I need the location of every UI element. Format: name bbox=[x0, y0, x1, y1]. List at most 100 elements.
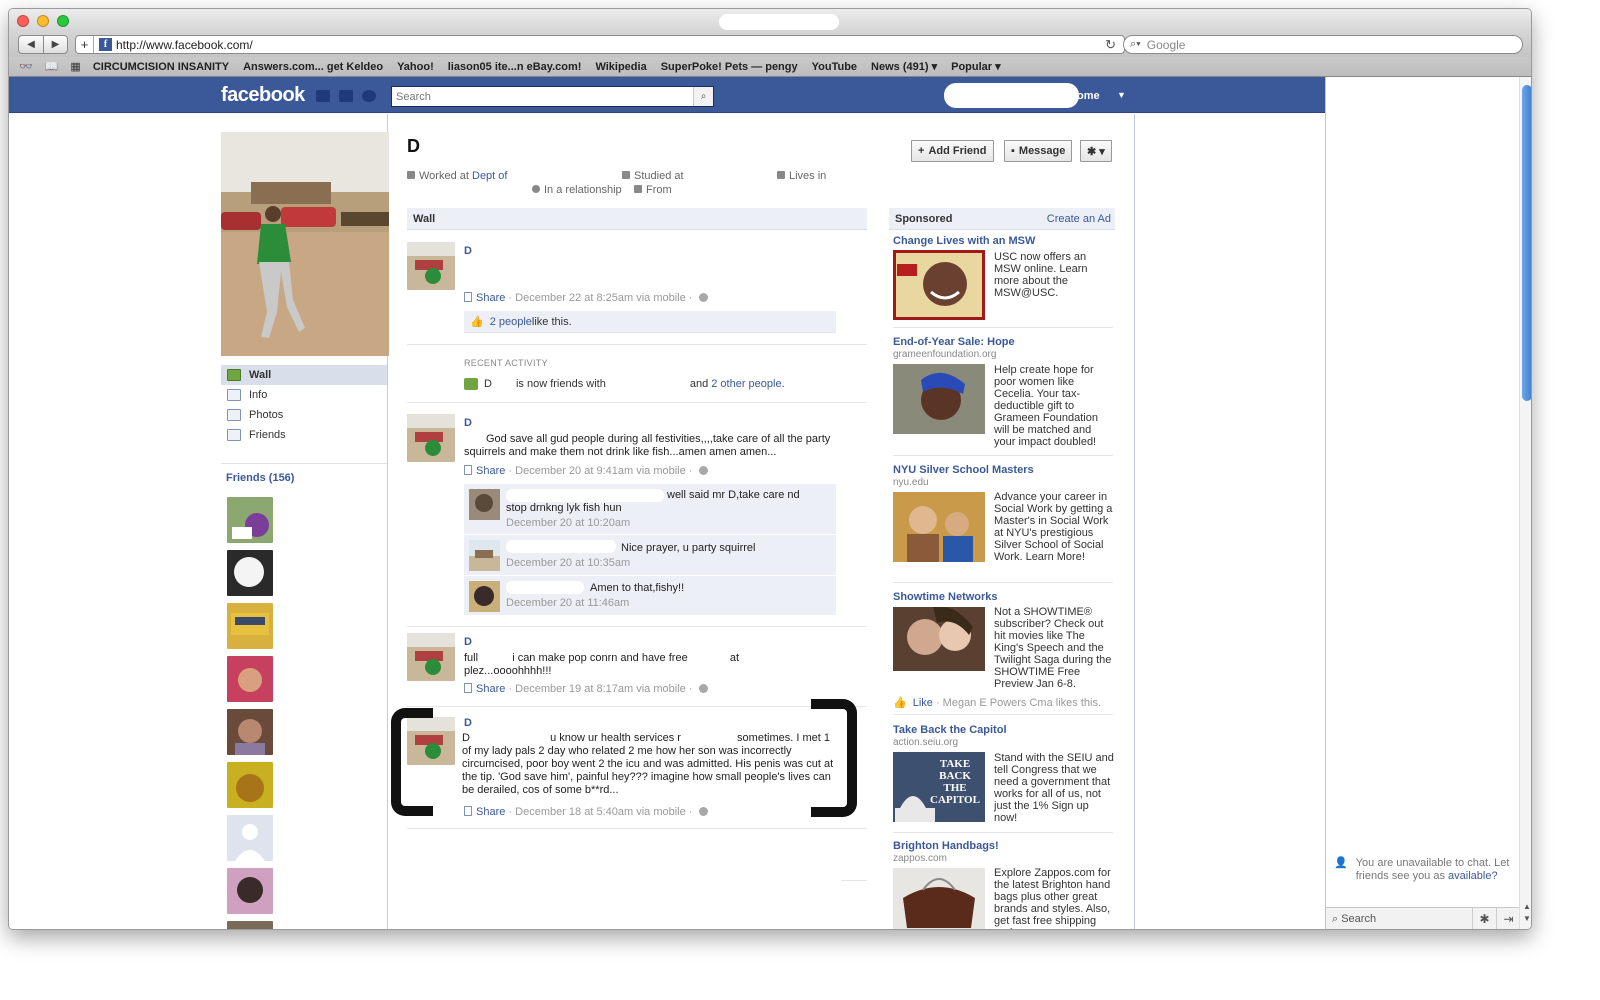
share-link[interactable]: Share bbox=[476, 465, 505, 477]
ad-image[interactable] bbox=[893, 250, 985, 320]
activity-name[interactable]: D bbox=[484, 378, 492, 390]
ad-image[interactable] bbox=[893, 492, 985, 562]
friend-thumbnail[interactable] bbox=[227, 656, 273, 702]
bookmark-item[interactable]: Popular ▾ bbox=[951, 60, 1001, 73]
post-author-avatar[interactable] bbox=[407, 633, 455, 681]
share-link[interactable]: Share bbox=[476, 292, 505, 304]
ad-image[interactable] bbox=[893, 364, 985, 434]
message-button[interactable]: ▪ Message bbox=[1004, 140, 1073, 162]
ad-image[interactable]: TAKE BACK THE CAPITOL bbox=[893, 752, 985, 822]
reading-glasses-icon[interactable]: 👓 bbox=[19, 60, 33, 73]
profile-options-gear-button[interactable]: ✱ ▾ bbox=[1080, 140, 1112, 162]
url-redaction bbox=[254, 37, 355, 52]
facebook-search-input[interactable]: Search ⌕ bbox=[391, 86, 714, 107]
ad-title[interactable]: End-of-Year Sale: Hope bbox=[893, 336, 1015, 348]
url-text[interactable]: http://www.facebook.com/ bbox=[116, 38, 253, 52]
post-author-name[interactable]: D bbox=[464, 636, 472, 648]
briefcase-icon bbox=[407, 171, 415, 179]
chat-search-input[interactable]: ⌕ Search bbox=[1326, 913, 1472, 926]
ad-like-link[interactable]: Like bbox=[913, 697, 933, 709]
bookmark-item[interactable]: YouTube bbox=[812, 61, 857, 73]
chat-available-link[interactable]: available? bbox=[1448, 870, 1498, 882]
work-link[interactable]: Dept of bbox=[472, 170, 507, 182]
friend-thumbnail[interactable] bbox=[227, 815, 273, 861]
friend-thumbnail[interactable] bbox=[227, 550, 273, 596]
post-text-part: D bbox=[462, 732, 470, 744]
home-link[interactable]: ome bbox=[1077, 90, 1100, 102]
book-icon[interactable]: 📖 bbox=[45, 60, 59, 73]
friends-count-link[interactable]: Friends (156) bbox=[221, 472, 387, 484]
ad-title[interactable]: Showtime Networks bbox=[893, 591, 998, 603]
ad-title[interactable]: NYU Silver School Masters bbox=[893, 464, 1034, 476]
post-author-avatar[interactable] bbox=[407, 414, 455, 462]
forward-button[interactable]: ▶ bbox=[43, 36, 67, 53]
back-button[interactable]: ◀ bbox=[19, 36, 43, 53]
minimize-window-button[interactable] bbox=[37, 15, 49, 27]
reload-icon[interactable]: ↻ bbox=[1105, 37, 1116, 53]
friend-thumbnail[interactable] bbox=[227, 762, 273, 808]
bookmark-item[interactable]: Wikipedia bbox=[595, 61, 646, 73]
close-window-button[interactable] bbox=[17, 15, 29, 27]
new-friend-icon bbox=[464, 378, 478, 390]
nav-item-friends[interactable]: Friends bbox=[221, 425, 387, 445]
bookmark-item[interactable]: CIRCUMCISION INSANITY bbox=[93, 61, 229, 73]
ad-image[interactable] bbox=[893, 607, 985, 671]
globe-icon[interactable] bbox=[698, 293, 708, 302]
notifications-icon[interactable] bbox=[362, 90, 376, 102]
post-author-avatar[interactable] bbox=[407, 242, 455, 290]
bookmark-item[interactable]: liason05 ite...n eBay.com! bbox=[448, 61, 582, 73]
friend-thumbnail[interactable] bbox=[227, 497, 273, 543]
post-author-name[interactable]: D bbox=[464, 417, 472, 429]
scrollbar-arrows-icon[interactable]: ▲ ▼ bbox=[1523, 901, 1531, 925]
ad-title[interactable]: Brighton Handbags! bbox=[893, 840, 999, 852]
add-bookmark-icon[interactable]: + bbox=[76, 36, 94, 53]
commenter-avatar[interactable] bbox=[469, 581, 500, 612]
bookmark-item[interactable]: Yahoo! bbox=[397, 61, 434, 73]
commenter-avatar[interactable] bbox=[469, 489, 500, 520]
bookmark-item[interactable]: News (491) ▾ bbox=[871, 60, 937, 73]
nav-item-wall[interactable]: Wall bbox=[221, 365, 387, 385]
friend-thumbnail[interactable] bbox=[227, 921, 273, 929]
likes-people-link[interactable]: 2 people bbox=[490, 316, 532, 328]
share-link[interactable]: Share bbox=[476, 806, 505, 818]
chat-popout-icon[interactable]: ⇥ bbox=[1496, 908, 1520, 929]
chat-options-gear-icon[interactable]: ✱ bbox=[1472, 908, 1496, 929]
nav-item-photos[interactable]: Photos bbox=[221, 405, 387, 425]
ad-title[interactable]: Change Lives with an MSW bbox=[893, 235, 1035, 247]
browser-toolbar: ◀ ▶ + f http://www.facebook.com/ ↻ ⌕▾ Go… bbox=[9, 33, 1531, 57]
post-author-name[interactable]: D bbox=[464, 245, 472, 257]
address-bar[interactable]: + f http://www.facebook.com/ ↻ bbox=[75, 35, 1125, 54]
share-link[interactable]: Share bbox=[476, 683, 505, 695]
messages-icon[interactable] bbox=[339, 90, 353, 102]
add-friend-button[interactable]: + Add Friend bbox=[911, 140, 994, 162]
commenter-avatar[interactable] bbox=[469, 540, 500, 571]
friend-thumbnail[interactable] bbox=[227, 868, 273, 914]
comment-text-continued: stop drnkng lyk fish hun bbox=[506, 502, 622, 514]
facebook-logo[interactable]: facebook bbox=[221, 84, 305, 107]
scrollbar-thumb[interactable] bbox=[1522, 85, 1531, 401]
bookmark-item[interactable]: Answers.com... get Keldeo bbox=[243, 61, 383, 73]
hand-drawn-bracket-left bbox=[391, 708, 433, 816]
post-author-name[interactable]: D bbox=[464, 717, 472, 729]
friend-requests-icon[interactable] bbox=[316, 90, 330, 102]
globe-icon[interactable] bbox=[698, 466, 708, 475]
nav-item-info[interactable]: Info bbox=[221, 385, 387, 405]
bookmark-item[interactable]: SuperPoke! Pets — pengy bbox=[661, 61, 798, 73]
zoom-window-button[interactable] bbox=[57, 15, 69, 27]
commenter-name-redaction bbox=[506, 540, 616, 553]
friend-thumbnail[interactable] bbox=[227, 603, 273, 649]
account-menu-caret-icon[interactable]: ▼ bbox=[1117, 90, 1126, 100]
search-button-icon[interactable]: ⌕ bbox=[693, 87, 713, 106]
activity-others-link[interactable]: 2 other people bbox=[711, 378, 781, 390]
globe-icon[interactable] bbox=[698, 684, 708, 693]
ad-image[interactable] bbox=[893, 868, 985, 929]
friend-thumbnail[interactable] bbox=[227, 709, 273, 755]
ad-title[interactable]: Take Back the Capitol bbox=[893, 724, 1007, 736]
create-ad-link[interactable]: Create an Ad bbox=[1047, 213, 1111, 225]
google-search-field[interactable]: ⌕▾ Google bbox=[1123, 35, 1523, 54]
grid-icon[interactable]: ▦ bbox=[70, 60, 80, 73]
globe-icon[interactable] bbox=[698, 807, 708, 816]
post-meta: Share · December 19 at 8:17am via mobile… bbox=[464, 683, 708, 695]
profile-picture[interactable] bbox=[221, 132, 389, 356]
vertical-scrollbar[interactable]: ▲ ▼ bbox=[1519, 77, 1531, 929]
